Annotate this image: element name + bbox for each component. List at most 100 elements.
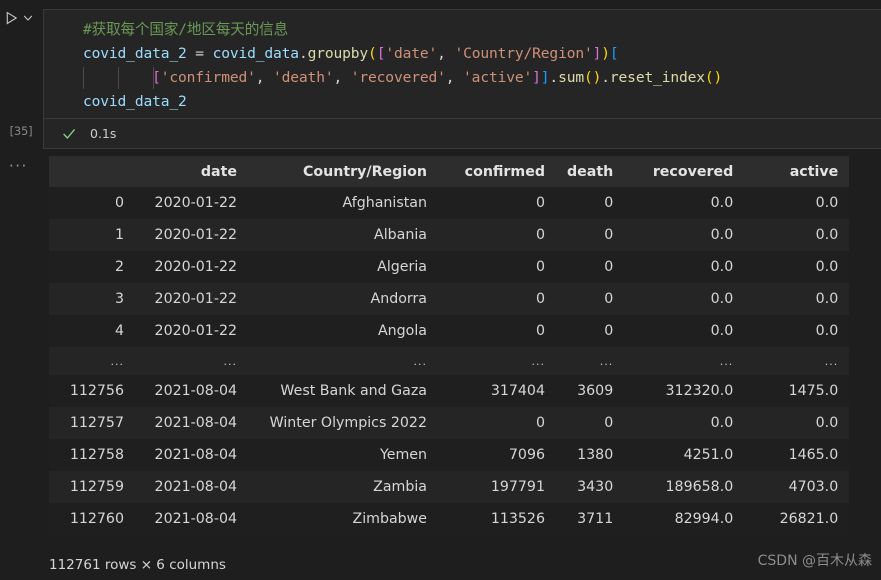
table-row-ellipsis: ..................... xyxy=(49,347,850,375)
column-header: recovered xyxy=(624,156,745,187)
table-cell: 26821.0 xyxy=(744,503,850,535)
code-token: . xyxy=(549,69,559,86)
code-token: 'Country/Region' xyxy=(454,45,593,62)
code-token: ) xyxy=(713,69,723,86)
table-cell: 0 xyxy=(556,251,625,283)
table-cell: 3711 xyxy=(556,503,625,535)
code-editor[interactable]: #获取每个国家/地区每天的信息 covid_data_2 = covid_data… xyxy=(44,10,881,120)
column-header: death xyxy=(556,156,625,187)
column-header xyxy=(49,156,135,187)
table-cell: 112759 xyxy=(49,471,135,503)
table-cell: 2020-01-22 xyxy=(135,219,248,251)
chevron-down-icon[interactable] xyxy=(22,12,34,24)
more-actions-icon[interactable]: ··· xyxy=(9,159,28,174)
code-line[interactable]: ['confirmed', 'death', 'recovered', 'act… xyxy=(44,66,881,90)
table-cell: 1380 xyxy=(556,439,625,471)
table-cell: 2021-08-04 xyxy=(135,503,248,535)
table-cell: ... xyxy=(744,347,850,375)
column-header: active xyxy=(744,156,850,187)
dataframe-shape-note: 112761 rows × 6 columns xyxy=(49,557,226,573)
table-row: 0 2020-01-22 Afghanistan 0 0 0.0 0.0 xyxy=(49,187,850,219)
execution-duration: 0.1s xyxy=(90,126,117,141)
table-cell: ... xyxy=(624,347,745,375)
table-cell: Afghanistan xyxy=(248,187,438,219)
play-triangle-icon[interactable] xyxy=(4,10,19,26)
table-cell: 2020-01-22 xyxy=(135,251,248,283)
table-cell: 3 xyxy=(49,283,135,315)
code-token: . xyxy=(601,69,610,86)
table-cell: 0.0 xyxy=(744,187,850,219)
code-line[interactable]: #获取每个国家/地区每天的信息 xyxy=(44,18,881,42)
table-cell: 0.0 xyxy=(624,407,745,439)
column-header: confirmed xyxy=(438,156,556,187)
table-cell: ... xyxy=(248,347,438,375)
table-cell: 1 xyxy=(49,219,135,251)
code-token: = xyxy=(195,45,204,62)
column-header: date xyxy=(135,156,248,187)
code-cell[interactable]: #获取每个国家/地区每天的信息 covid_data_2 = covid_data… xyxy=(43,9,881,149)
code-token: covid_data_2 xyxy=(83,93,187,110)
code-line[interactable]: covid_data_2 = covid_data.groupby(['date… xyxy=(44,42,881,66)
code-token: 'death' xyxy=(273,69,334,86)
table-cell: West Bank and Gaza xyxy=(248,375,438,407)
dataframe-header: date Country/Region confirmed death recovere… xyxy=(49,156,850,187)
table-cell: 1475.0 xyxy=(744,375,850,407)
table-cell: Zambia xyxy=(248,471,438,503)
code-token: , xyxy=(437,45,446,62)
table-cell: Angola xyxy=(248,315,438,347)
table-row: 4 2020-01-22 Angola 0 0 0.0 0.0 xyxy=(49,315,850,347)
table-row: 3 2020-01-22 Andorra 0 0 0.0 0.0 xyxy=(49,283,850,315)
code-token: ( xyxy=(583,69,593,86)
cell-execution-status: 0.1s xyxy=(44,118,881,148)
code-token: . xyxy=(298,45,308,62)
table-row: 112758 2021-08-04 Yemen 7096 1380 4251.0 1465.… xyxy=(49,439,850,471)
code-token: covid_data_2 xyxy=(83,45,187,62)
table-cell: 0.0 xyxy=(624,315,745,347)
table-row: 112760 2021-08-04 Zimbabwe 113526 3711 82994.… xyxy=(49,503,850,535)
table-cell: 0 xyxy=(438,315,556,347)
code-line[interactable]: covid_data_2 xyxy=(44,90,881,114)
table-cell: Andorra xyxy=(248,283,438,315)
table-cell: Zimbabwe xyxy=(248,503,438,535)
code-token: covid_data xyxy=(212,45,300,62)
table-cell: 2021-08-04 xyxy=(135,407,248,439)
code-token: 'date' xyxy=(385,45,438,62)
cell-run-controls xyxy=(4,10,34,26)
table-cell: 312320.0 xyxy=(624,375,745,407)
table-cell: 0 xyxy=(438,251,556,283)
table-row: 112756 2021-08-04 West Bank and Gaza 317404… xyxy=(49,375,850,407)
table-cell: 2020-01-22 xyxy=(135,283,248,315)
code-token: 'confirmed' xyxy=(160,69,256,86)
code-token: groupby xyxy=(307,45,369,62)
table-cell: 2020-01-22 xyxy=(135,187,248,219)
table-cell: 0.0 xyxy=(624,283,745,315)
table-cell: 0.0 xyxy=(744,251,850,283)
table-cell: 112758 xyxy=(49,439,135,471)
table-cell: 189658.0 xyxy=(624,471,745,503)
table-cell: 2 xyxy=(49,251,135,283)
dataframe-table: date Country/Region confirmed death recovere… xyxy=(49,156,850,535)
code-token: reset_index xyxy=(609,69,705,86)
table-cell: 2021-08-04 xyxy=(135,375,248,407)
code-token: #获取每个国家/地区每天的信息 xyxy=(83,21,289,38)
table-cell: Algeria xyxy=(248,251,438,283)
table-cell: 1465.0 xyxy=(744,439,850,471)
table-cell: ... xyxy=(438,347,556,375)
table-cell: 7096 xyxy=(438,439,556,471)
table-cell: 0.0 xyxy=(744,219,850,251)
execution-count: [35] xyxy=(9,124,33,138)
table-cell: 3609 xyxy=(556,375,625,407)
table-row: 1 2020-01-22 Albania 0 0 0.0 0.0 xyxy=(49,219,850,251)
table-cell: 0 xyxy=(438,219,556,251)
code-token: ] xyxy=(532,69,541,86)
code-token: ( xyxy=(704,69,714,86)
table-cell: 0 xyxy=(438,283,556,315)
code-token: [ xyxy=(152,69,161,86)
table-cell: 0 xyxy=(556,407,625,439)
table-cell: 0.0 xyxy=(744,315,850,347)
table-cell: 112760 xyxy=(49,503,135,535)
table-cell: 112756 xyxy=(49,375,135,407)
